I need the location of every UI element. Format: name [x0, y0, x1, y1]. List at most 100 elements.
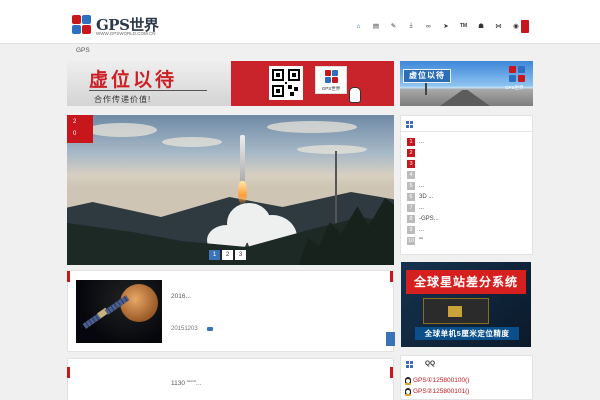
- chip-graphic: [448, 306, 462, 317]
- cloud: [297, 145, 367, 154]
- cloud: [267, 121, 357, 133]
- ranking-list: 1... 2 3 4 5... 6 3D ... 7... 8 -GPS... 9... 10 "": [407, 136, 529, 246]
- launch-tower: [335, 151, 337, 231]
- qq-group-link[interactable]: GPS②125800101(): [405, 387, 470, 396]
- rank-number: 2: [407, 148, 415, 157]
- banner-title: 虚位以待: [89, 70, 178, 91]
- logo-mark-icon: [72, 15, 92, 35]
- ad-banner-left[interactable]: 虚位以待 合作传递价值! GPS世界: [67, 61, 394, 106]
- article-thumbnail[interactable]: [76, 280, 162, 343]
- ranking-item[interactable]: 5...: [407, 180, 529, 191]
- nav-bar: ⌂ ▤ ✎ ⤓ ∞ ➤ TM ☗ ⋈ ◉: [350, 21, 525, 33]
- qq-group-link[interactable]: GPS①125800100(): [405, 376, 469, 385]
- rank-number: 9: [407, 225, 415, 234]
- ranking-header: [401, 116, 532, 132]
- cloud: [87, 123, 157, 137]
- rank-number: 7: [407, 203, 415, 212]
- site-header: GPS世界 WWW.GPSWORLD.COM.CN ⌂ ▤ ✎ ⤓ ∞ ➤ TM ☗ ⋈ ◉: [0, 0, 600, 44]
- download-icon[interactable]: ⤓: [403, 21, 420, 31]
- ranking-item[interactable]: 10 "": [407, 235, 529, 246]
- rank-number: 3: [407, 159, 415, 168]
- rocket-flame: [238, 181, 247, 205]
- breadcrumb[interactable]: GPS: [76, 47, 90, 54]
- ranking-item[interactable]: 1...: [407, 136, 529, 147]
- banner-divider: [89, 90, 207, 91]
- rank-title: ...: [419, 138, 425, 145]
- grid-icon: [406, 121, 413, 128]
- logo-mark-icon: [509, 66, 527, 84]
- qq-groups-panel: QQ GPS①125800100() GPS②125800101(): [400, 355, 533, 400]
- qq-penguin-icon: [405, 376, 411, 385]
- qq-title: QQ: [425, 360, 436, 367]
- banner-left-panel: 虚位以待 合作传递价值!: [67, 61, 231, 106]
- date-badge-line: 0: [73, 131, 77, 137]
- ranking-item[interactable]: 8 -GPS...: [407, 213, 529, 224]
- grid-icon: [406, 361, 413, 368]
- ranking-item[interactable]: 6 3D ...: [407, 191, 529, 202]
- article-card[interactable]: [67, 358, 394, 400]
- send-icon[interactable]: ➤: [438, 21, 455, 31]
- qq-group-label: GPS②125800101(): [413, 388, 470, 395]
- billboard-post: [425, 83, 427, 95]
- ranking-panel: 1... 2 3 4 5... 6 3D ... 7... 8 -GPS... 9... 10 "": [400, 115, 533, 255]
- comment-icon[interactable]: [207, 327, 213, 331]
- road-graphic: [440, 90, 490, 106]
- cloud: [162, 137, 222, 147]
- site-logo[interactable]: GPS世界 WWW.GPSWORLD.COM.CN: [72, 14, 172, 38]
- rank-title: -GPS...: [419, 215, 439, 222]
- article-excerpt[interactable]: 2016...: [171, 293, 191, 300]
- qr-code-icon: [269, 66, 303, 100]
- hero-slider[interactable]: 2 0 123: [67, 115, 394, 265]
- date-badge-line: 2: [73, 119, 77, 125]
- ad-tagline: 全球单机5厘米定位精度: [415, 327, 519, 340]
- qq-penguin-icon: [405, 387, 411, 396]
- banner-badge-text: GPS世界: [321, 86, 341, 91]
- rank-number: 10: [407, 236, 415, 245]
- billboard-text: 虚位以待: [403, 69, 451, 83]
- ranking-item[interactable]: 2: [407, 147, 529, 158]
- article-marker: [390, 271, 393, 282]
- rank-title: "": [419, 237, 424, 244]
- ad-banner-right[interactable]: 虚位以待 GPS世界: [400, 61, 533, 106]
- edit-icon[interactable]: ✎: [385, 21, 402, 31]
- banner-logo-badge: GPS世界: [315, 66, 347, 94]
- rank-title: ...: [419, 182, 425, 189]
- ranking-item[interactable]: 9...: [407, 224, 529, 235]
- article-date: 20151203: [171, 326, 198, 332]
- pointer-hand-icon: [349, 87, 361, 103]
- home-icon[interactable]: ⌂: [350, 21, 367, 31]
- logo-subtitle: WWW.GPSWORLD.COM.CN: [96, 31, 156, 36]
- rocket: [240, 135, 245, 183]
- rank-number: 5: [407, 181, 415, 190]
- rank-title: ...: [419, 204, 425, 211]
- ranking-item[interactable]: 7...: [407, 202, 529, 213]
- users-icon[interactable]: ☗: [473, 21, 490, 31]
- slider-page-button[interactable]: 1: [209, 250, 220, 260]
- rank-title: 3D ...: [419, 193, 434, 200]
- article-marker: [390, 367, 393, 378]
- banner-subtitle: 合作传递价值!: [94, 95, 152, 104]
- ranking-item[interactable]: 4: [407, 169, 529, 180]
- slider-page-button[interactable]: 2: [222, 250, 233, 260]
- link-icon[interactable]: ∞: [420, 21, 437, 31]
- rank-number: 1: [407, 137, 415, 146]
- planet-graphic: [120, 284, 158, 322]
- ranking-item[interactable]: 3: [407, 158, 529, 169]
- slider-page-button[interactable]: 3: [235, 250, 246, 260]
- rank-number: 6: [407, 192, 415, 201]
- banner-logo-text: GPS世界: [505, 85, 524, 90]
- circuit-board-image: [423, 298, 489, 324]
- banner-right-panel: GPS世界: [231, 61, 394, 106]
- ad-headline: 全球星站差分系统: [406, 270, 526, 294]
- article-marker: [67, 271, 70, 282]
- nav-highlight-button[interactable]: [521, 20, 529, 33]
- newspaper-icon[interactable]: ▤: [368, 21, 385, 31]
- trademark-icon[interactable]: TM: [455, 21, 472, 31]
- slider-pagination: 123: [209, 250, 248, 260]
- share-icon[interactable]: ⋈: [490, 21, 507, 31]
- date-badge: 2 0: [67, 115, 93, 143]
- rank-title: ...: [419, 226, 425, 233]
- article-excerpt[interactable]: 1130 """"...: [171, 380, 201, 387]
- scroll-side-tab[interactable]: [386, 332, 395, 346]
- sidebar-ad[interactable]: 全球星站差分系统 全球单机5厘米定位精度: [401, 262, 531, 347]
